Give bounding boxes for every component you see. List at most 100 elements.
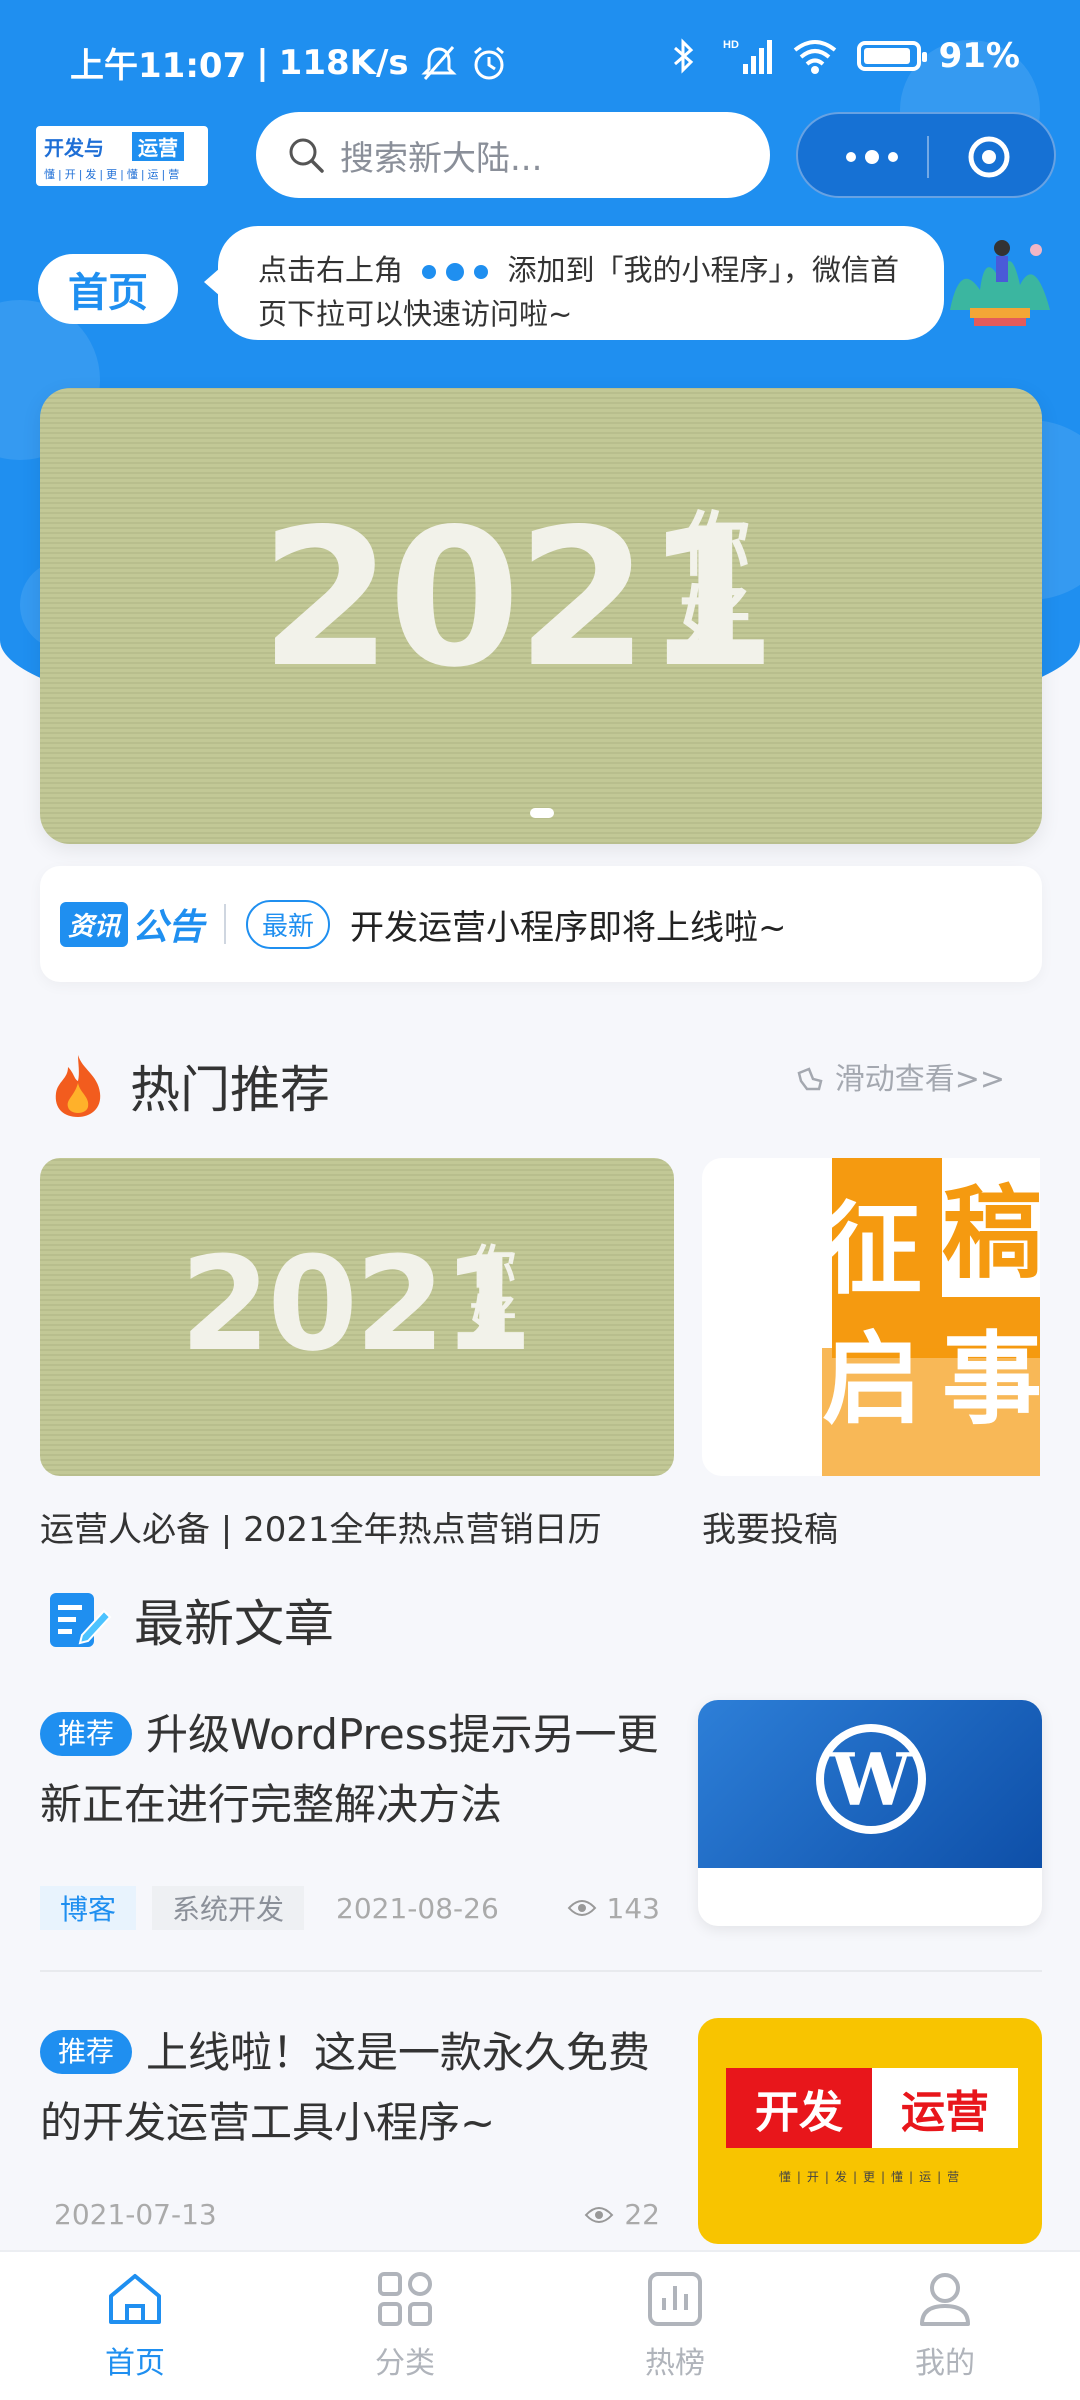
tab-label: 热榜 (645, 2346, 705, 2381)
thumbnail-logo-left: 开发 (726, 2068, 872, 2148)
battery-percent: 91% (938, 36, 1020, 76)
poster-char: 事 (942, 1321, 1040, 1438)
eye-icon (567, 1900, 596, 1916)
banner-hello-text: 你好 (680, 504, 750, 660)
latest-section-title: 最新文章 (134, 1595, 334, 1653)
bluetooth-icon (673, 38, 693, 74)
thumbnail-logo-right: 运营 (901, 2087, 989, 2138)
home-chip[interactable]: 首页 (38, 254, 178, 324)
add-to-miniprogram-tip[interactable]: 点击右上角 添加到「我的小程序」，微信首页下拉可以快速访问啦~ (204, 226, 944, 340)
miniprogram-capsule (796, 112, 1056, 198)
article-item[interactable]: 推荐 上线啦！这是一款永久免费的开发运营工具小程序~ 2021-07-13 22 … (40, 2018, 1042, 2258)
article-thumbnail[interactable]: W (698, 1700, 1042, 1926)
more-options-button[interactable] (832, 134, 912, 180)
swipe-hint-text: 滑动查看>> (834, 1062, 1005, 1097)
announcement-bar[interactable]: 资讯 公告 最新 开发运营小程序即将上线啦~ (40, 866, 1042, 982)
article-title: 升级WordPress提示另一更新正在进行完整解决方法 (40, 1710, 659, 1829)
carousel-indicator (530, 808, 554, 818)
capsule-divider (927, 136, 929, 178)
notice-divider (224, 904, 227, 944)
hot-card-hello-text: 你好 (470, 1240, 516, 1344)
status-bar: 上午11:07 | 118K/s HD 91% (0, 0, 1080, 110)
logo-text-b: 运营 (132, 132, 184, 161)
article-edit-icon (50, 1593, 112, 1647)
battery-fill (863, 48, 910, 64)
thumbnail-subtitle: 懂|开|发|更|懂|运|营 (778, 2170, 966, 2184)
article-title-block: 推荐 升级WordPress提示另一更新正在进行完整解决方法 (40, 1700, 660, 1840)
user-icon (920, 2273, 970, 2326)
hero-banner[interactable]: 2021 你好 (40, 388, 1042, 844)
bell-muted-icon (421, 45, 457, 80)
logo-text-a: 开发与 (44, 136, 104, 160)
more-dot-icon (865, 150, 879, 164)
category-tag[interactable]: 系统开发 (152, 1886, 305, 1930)
tab-label: 分类 (375, 2346, 435, 2381)
bottom-tab-bar: 首页 分类 热榜 我的 (0, 2250, 1080, 2400)
hot-section-header: 热门推荐 (48, 1050, 330, 1122)
grid-icon (378, 2272, 432, 2326)
status-right: HD 91% (663, 36, 1020, 76)
status-left: 上午11:07 | 118K/s (70, 38, 509, 87)
tip-text-before: 点击右上角 (258, 253, 404, 287)
article-title-block: 推荐 上线啦！这是一款永久免费的开发运营工具小程序~ (40, 2018, 660, 2158)
poster-char: 启 (822, 1321, 922, 1438)
tab-label: 我的 (915, 2346, 975, 2381)
hot-card-caption[interactable]: 运营人必备 | 2021全年热点营销日历 (40, 1502, 602, 1551)
search-placeholder: 搜索新大陆... (340, 138, 543, 179)
tab-category[interactable]: 分类 (270, 2252, 540, 2400)
article-meta: 2021-07-13 22 (40, 2198, 660, 2231)
category-tag[interactable]: 博客 (40, 1886, 137, 1930)
notice-tag: 最新 (246, 899, 331, 949)
battery-icon (856, 41, 927, 71)
hot-card-caption[interactable]: 我要投稿 (702, 1502, 838, 1551)
more-dot-icon (888, 152, 898, 162)
article-meta: 博客 系统开发 2021-08-26 143 (40, 1886, 660, 1930)
tab-hot-list[interactable]: 热榜 (540, 2252, 810, 2400)
cell-signal-icon: HD (723, 39, 772, 74)
flame-icon (55, 1055, 101, 1117)
tab-mine[interactable]: 我的 (810, 2252, 1080, 2400)
more-dot-icon (846, 152, 856, 162)
hot-section-title: 热门推荐 (130, 1061, 330, 1119)
search-bar[interactable]: 搜索新大陆... (256, 112, 770, 198)
latest-section-header: 最新文章 (48, 1584, 334, 1656)
wifi-icon (793, 40, 836, 74)
article-date: 2021-08-26 (336, 1891, 499, 1925)
logo-subtitle: 懂|开|发|更|懂|运|营 (44, 168, 183, 181)
view-count: 22 (624, 2198, 660, 2231)
recommend-badge: 推荐 (40, 1712, 133, 1756)
thumbnail-logo-box: 开发 运营 (726, 2068, 1018, 2148)
app-logo[interactable]: 开发与 运营 懂|开|发|更|懂|运|营 (36, 126, 208, 186)
tab-label: 首页 (105, 2346, 165, 2381)
article-item[interactable]: 推荐 升级WordPress提示另一更新正在进行完整解决方法 博客 系统开发 20… (40, 1700, 1042, 1970)
hand-swipe-icon (797, 1067, 823, 1091)
poster-char: 稿 (942, 1158, 1040, 1297)
view-count: 143 (606, 1891, 660, 1925)
more-dots-icon (422, 263, 489, 281)
article-views: 143 (567, 1892, 660, 1925)
article-date: 2021-07-13 (54, 2198, 217, 2231)
notice-text: 开发运营小程序即将上线啦~ (350, 907, 787, 948)
poster-char: 征 (822, 1191, 922, 1308)
article-divider (40, 1970, 1042, 1972)
wordpress-logo-icon: W (816, 1724, 926, 1834)
tab-home[interactable]: 首页 (0, 2252, 270, 2400)
article-title: 上线啦！这是一款永久免费的开发运营工具小程序~ (40, 2028, 651, 2147)
close-miniprogram-icon[interactable] (966, 134, 1012, 180)
home-icon (109, 2274, 161, 2324)
recommend-badge: 推荐 (40, 2030, 133, 2074)
hot-card-image[interactable]: 2021 你好 (40, 1158, 674, 1476)
eye-icon (584, 2206, 614, 2223)
reading-illustration-icon (950, 240, 1050, 326)
article-thumbnail[interactable]: 开发 运营 懂|开|发|更|懂|运|营 (698, 2018, 1042, 2244)
article-views: 22 (584, 2198, 660, 2231)
network-badge: HD (723, 39, 739, 51)
status-separator: | (256, 42, 269, 83)
search-icon (289, 138, 324, 173)
notice-logo-part1: 资讯 (60, 901, 129, 947)
status-time: 上午11:07 (70, 46, 247, 86)
chart-icon (648, 2272, 702, 2326)
hot-card-image[interactable]: 征 稿 启 事 (702, 1158, 1040, 1476)
notice-logo-part2: 公告 (132, 907, 205, 948)
swipe-hint: 滑动查看>> (793, 1054, 1005, 1098)
